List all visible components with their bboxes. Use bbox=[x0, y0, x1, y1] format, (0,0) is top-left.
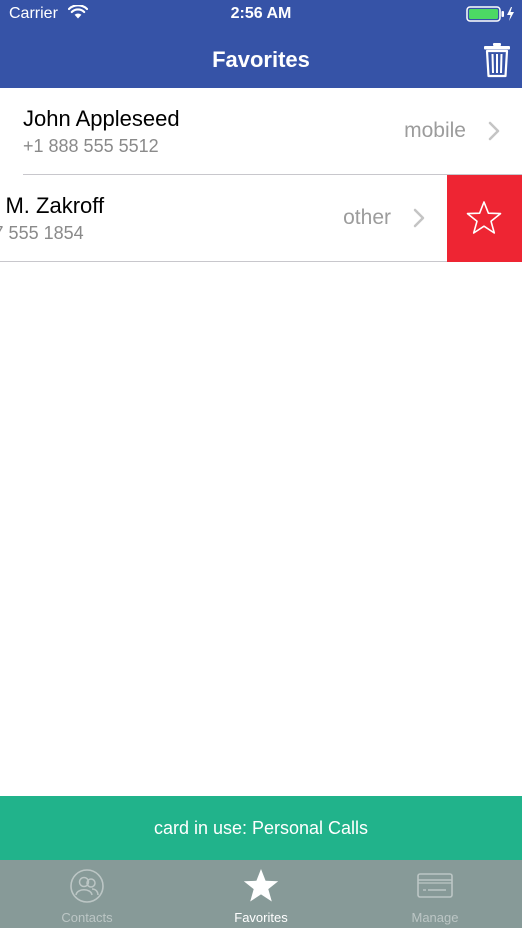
chevron-right-icon bbox=[413, 208, 425, 233]
contact-phone: +1 707 555 1854 bbox=[0, 223, 84, 243]
favorite-row-swiped[interactable]: Hank M. Zakroff +1 707 555 1854 other bbox=[0, 175, 522, 262]
contact-name: John Appleseed bbox=[23, 106, 180, 131]
card-icon bbox=[348, 868, 522, 909]
tab-manage[interactable]: Manage bbox=[348, 860, 522, 928]
phone-type-label: mobile bbox=[404, 119, 466, 142]
status-time: 2:56 AM bbox=[230, 5, 292, 22]
phone-type-label: other bbox=[343, 206, 391, 229]
tab-contacts[interactable]: Contacts bbox=[0, 860, 174, 928]
star-icon bbox=[174, 868, 348, 909]
contacts-icon bbox=[0, 868, 174, 909]
tab-bar: Contacts Favorites Manage bbox=[0, 860, 522, 928]
tab-favorites[interactable]: Favorites bbox=[174, 860, 348, 928]
trash-icon bbox=[484, 43, 510, 78]
unfavorite-button[interactable] bbox=[447, 175, 522, 262]
tab-label: Manage bbox=[411, 910, 459, 925]
contact-name: Hank M. Zakroff bbox=[0, 193, 105, 218]
tab-label: Contacts bbox=[61, 910, 113, 925]
star-outline-icon bbox=[466, 201, 502, 234]
favorite-row[interactable]: John Appleseed +1 888 555 5512 mobile bbox=[0, 88, 522, 175]
page-title: Favorites bbox=[212, 47, 310, 72]
status-bar: Carrier 2:56 AM bbox=[0, 0, 522, 30]
battery-icon bbox=[466, 6, 518, 27]
trash-button[interactable] bbox=[482, 42, 512, 78]
navigation-header: Carrier 2:56 AM Favorites bbox=[0, 0, 522, 88]
row-divider bbox=[0, 261, 447, 262]
chevron-right-icon bbox=[488, 121, 500, 146]
tab-label: Favorites bbox=[234, 910, 288, 925]
card-in-use-banner[interactable]: card in use: Personal Calls bbox=[0, 796, 522, 860]
contact-phone: +1 888 555 5512 bbox=[23, 136, 159, 156]
